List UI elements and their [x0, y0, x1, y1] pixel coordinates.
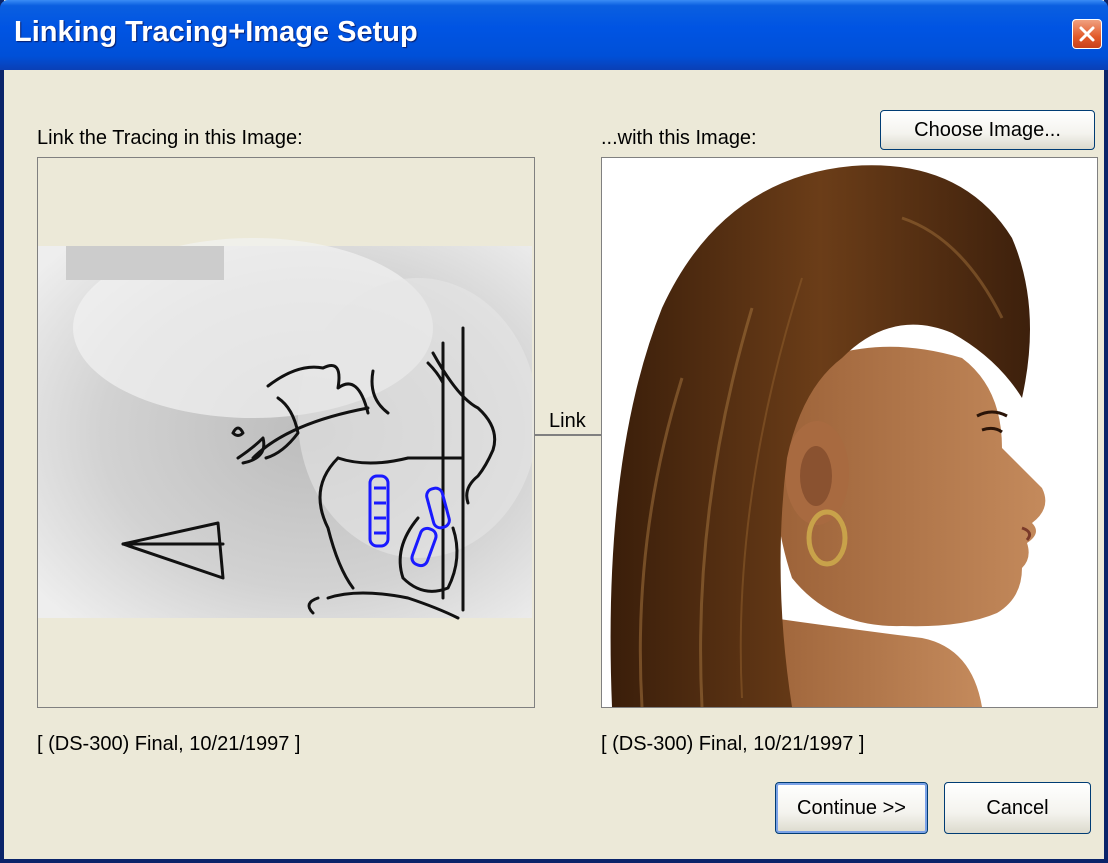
window-title: Linking Tracing+Image Setup [14, 16, 418, 48]
title-bar[interactable]: Linking Tracing+Image Setup [0, 0, 1108, 70]
close-icon [1079, 26, 1095, 42]
profile-photo-image[interactable] [602, 158, 1097, 707]
close-button[interactable] [1072, 19, 1102, 49]
photo-image-panel [601, 157, 1098, 708]
dialog-window: Linking Tracing+Image Setup Link the Tra… [0, 0, 1108, 863]
tracing-image-panel [37, 157, 535, 708]
photo-image-caption: [ (DS-300) Final, 10/21/1997 ] [601, 733, 865, 755]
choose-image-button[interactable]: Choose Image... [880, 110, 1095, 150]
cancel-button[interactable]: Cancel [944, 782, 1091, 834]
link-connector-line [535, 434, 601, 436]
link-label: Link [549, 410, 586, 432]
cephalometric-tracing-image[interactable] [38, 158, 534, 707]
photo-image-heading: ...with this Image: [601, 127, 757, 149]
tracing-image-caption: [ (DS-300) Final, 10/21/1997 ] [37, 733, 301, 755]
tracing-image-heading: Link the Tracing in this Image: [37, 127, 303, 149]
continue-button[interactable]: Continue >> [775, 782, 928, 834]
